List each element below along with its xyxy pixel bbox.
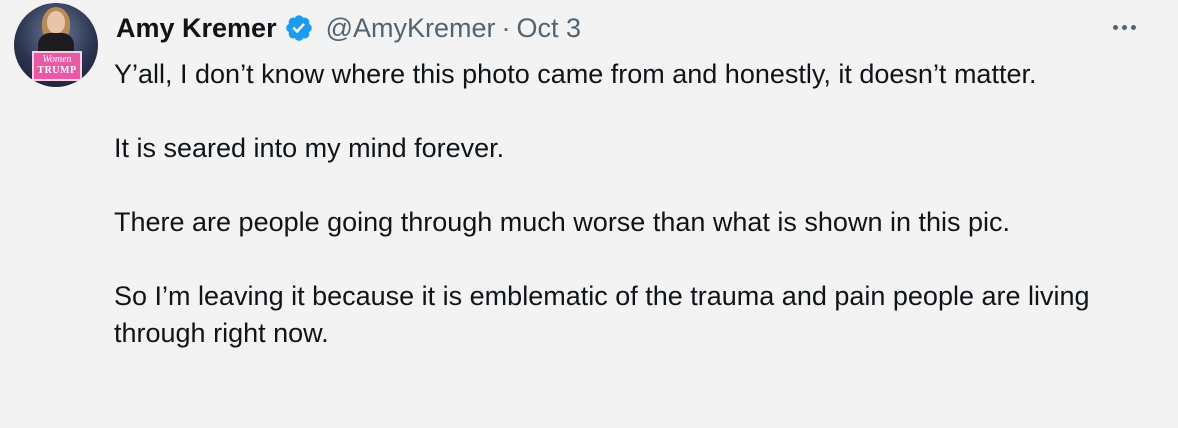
- tweet-header: Amy Kremer @AmyKremer · Oct 3: [116, 8, 581, 48]
- avatar[interactable]: Women TRUMP: [14, 3, 98, 87]
- tweet-paragraph: There are people going through much wors…: [114, 207, 1011, 237]
- avatar-sign-line2: TRUMP: [37, 65, 77, 76]
- tweet-paragraph: So I’m leaving it because it is emblemat…: [114, 281, 1090, 348]
- more-dot: [1130, 24, 1136, 30]
- tweet-paragraph: Y’all, I don’t know where this photo cam…: [114, 59, 1037, 89]
- tweet-text: Y’all, I don’t know where this photo cam…: [114, 56, 1154, 352]
- more-options-icon[interactable]: [1104, 10, 1144, 44]
- tweet-card: Women TRUMP Amy Kremer @AmyKremer · Oct …: [0, 0, 1178, 428]
- avatar-sign-line1: Women: [42, 54, 72, 65]
- author-handle[interactable]: @AmyKremer: [326, 13, 496, 44]
- more-dot: [1121, 24, 1127, 30]
- tweet-paragraph: It is seared into my mind forever.: [114, 133, 505, 163]
- header-separator: ·: [501, 12, 511, 43]
- tweet-date[interactable]: Oct 3: [517, 13, 582, 44]
- more-dot: [1112, 24, 1118, 30]
- author-name[interactable]: Amy Kremer: [116, 13, 277, 44]
- avatar-face: [47, 11, 65, 33]
- verified-badge-icon[interactable]: [284, 13, 314, 43]
- avatar-sign: Women TRUMP: [32, 51, 82, 81]
